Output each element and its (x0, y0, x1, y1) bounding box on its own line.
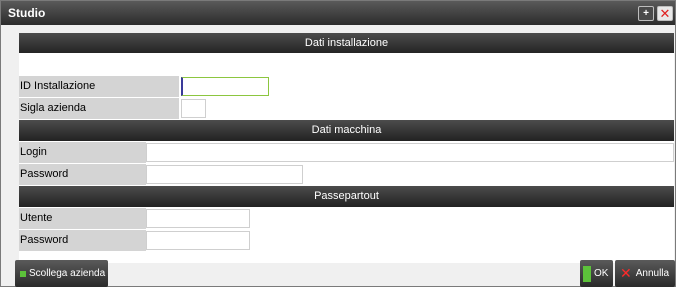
scollega-azienda-label: Scollega azienda (29, 268, 106, 279)
utente-input[interactable] (146, 209, 250, 228)
utente-label: Utente (19, 208, 146, 229)
row-login: Login (19, 142, 674, 163)
green-square-icon (20, 270, 26, 277)
id-installazione-label: ID Installazione (19, 76, 179, 97)
green-bar-icon (583, 265, 591, 282)
scollega-azienda-button[interactable]: Scollega azienda (15, 260, 108, 287)
password-passepartout-label: Password (19, 230, 146, 251)
login-label: Login (19, 142, 146, 163)
annulla-label: Annulla (635, 268, 670, 279)
row-id-installazione: ID Installazione (19, 76, 674, 97)
window-title: Studio (8, 6, 46, 20)
password-macchina-label: Password (19, 164, 146, 185)
login-input[interactable] (146, 143, 674, 162)
annulla-button[interactable]: ✕ Annulla (615, 260, 675, 287)
close-icon[interactable]: ✕ (657, 6, 673, 21)
section-header-dati-macchina: Dati macchina (19, 120, 674, 141)
studio-window: Studio + ✕ Dati installazione ID Install… (0, 0, 676, 287)
row-password-macchina: Password (19, 164, 674, 185)
password-passepartout-input[interactable] (146, 231, 250, 250)
sigla-azienda-label: Sigla azienda (19, 98, 179, 119)
title-bar[interactable]: Studio + ✕ (1, 1, 675, 25)
id-installazione-input[interactable] (181, 77, 269, 96)
password-macchina-input[interactable] (146, 165, 303, 184)
close-x-icon: ✕ (620, 265, 632, 281)
section-header-passepartout: Passepartout (19, 186, 674, 207)
section-header-dati-installazione: Dati installazione (19, 33, 674, 54)
ok-button[interactable]: OK (580, 260, 613, 287)
ok-label: OK (594, 268, 609, 279)
row-password-passepartout: Password (19, 230, 674, 251)
expand-icon[interactable]: + (638, 6, 654, 21)
sigla-azienda-input[interactable] (181, 99, 206, 118)
row-sigla-azienda: Sigla azienda (19, 98, 674, 119)
row-utente: Utente (19, 208, 674, 229)
